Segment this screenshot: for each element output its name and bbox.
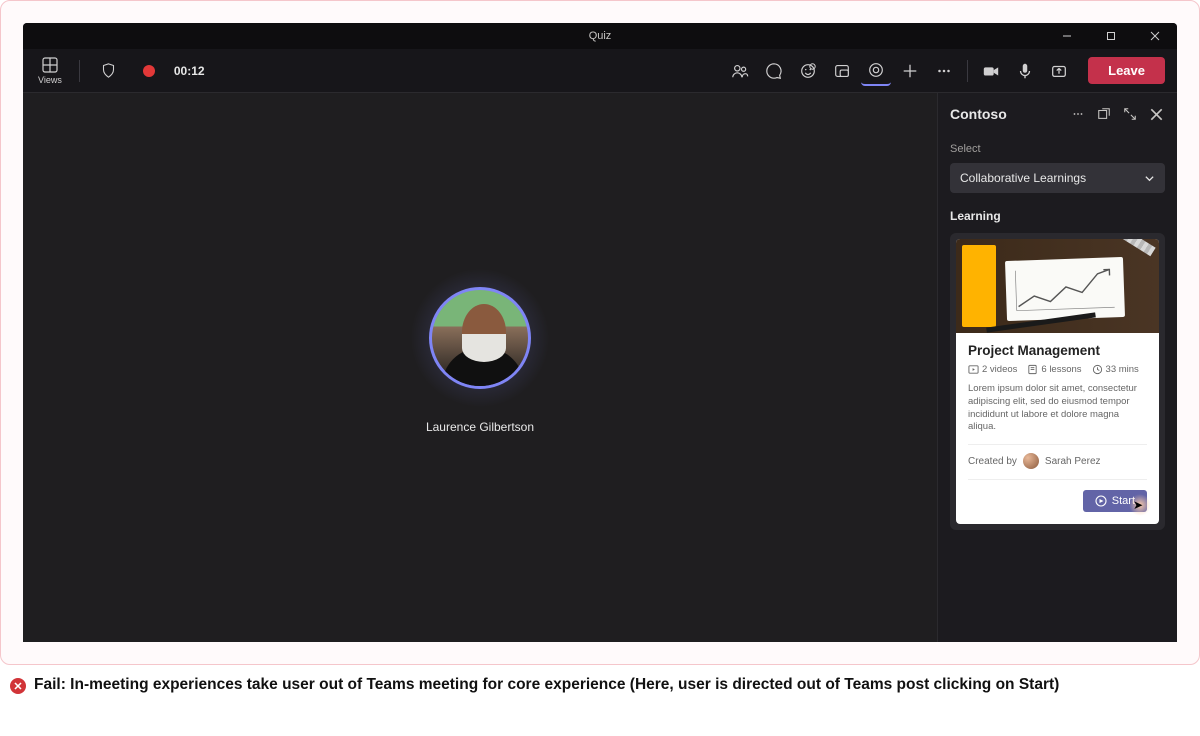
leave-button[interactable]: Leave (1088, 57, 1165, 84)
minimize-button[interactable] (1045, 23, 1089, 49)
side-panel: Contoso Select Collaborative Learnings L… (937, 93, 1177, 642)
window-title: Quiz (589, 30, 612, 42)
views-label: Views (38, 75, 62, 85)
close-button[interactable] (1133, 23, 1177, 49)
card-footer: Start ➤ (968, 479, 1147, 512)
fail-icon: ✕ (10, 678, 26, 694)
caption-row: ✕ Fail: In-meeting experiences take user… (10, 675, 1186, 696)
reactions-icon[interactable] (793, 56, 823, 86)
toolbar-right: Leave (725, 56, 1165, 86)
rooms-icon[interactable] (827, 56, 857, 86)
select-label: Select (950, 143, 1165, 155)
learning-card: Project Management 2 videos 6 lessons 33… (950, 233, 1165, 530)
people-icon[interactable] (725, 56, 755, 86)
sidepanel-title: Contoso (950, 106, 1007, 122)
category-dropdown[interactable]: Collaborative Learnings (950, 163, 1165, 193)
divider (79, 60, 80, 82)
add-icon[interactable] (895, 56, 925, 86)
divider (967, 60, 968, 82)
video-icon (968, 364, 979, 375)
dropdown-value: Collaborative Learnings (960, 171, 1086, 185)
window-controls (1045, 23, 1177, 49)
card-content: Project Management 2 videos 6 lessons 33… (956, 333, 1159, 524)
sidepanel-header: Contoso (938, 93, 1177, 135)
content-row: Laurence Gilbertson Contoso Select Colla… (23, 93, 1177, 642)
lessons-icon (1027, 364, 1038, 375)
section-title: Learning (950, 209, 1165, 223)
meeting-toolbar: Views 00:12 (23, 49, 1177, 93)
chevron-down-icon (1144, 173, 1155, 184)
speaking-halo (410, 268, 550, 408)
avatar (429, 287, 531, 389)
panel-close-icon[interactable] (1147, 101, 1165, 127)
apps-icon[interactable] (861, 56, 891, 86)
more-icon[interactable] (929, 56, 959, 86)
example-frame: Quiz Views (0, 0, 1200, 665)
start-button[interactable]: Start (1083, 490, 1147, 512)
sidepanel-body: Select Collaborative Learnings Learning (938, 135, 1177, 542)
views-button[interactable]: Views (35, 57, 65, 85)
toolbar-left: Views 00:12 (35, 56, 205, 86)
meeting-timer: 00:12 (174, 64, 205, 78)
mic-icon[interactable] (1010, 56, 1040, 86)
author-avatar (1023, 453, 1039, 469)
window-titlebar: Quiz (23, 23, 1177, 49)
caption-text: Fail: In-meeting experiences take user o… (34, 675, 1059, 696)
teams-window: Quiz Views (23, 23, 1177, 642)
record-indicator[interactable] (134, 56, 164, 86)
shield-icon[interactable] (94, 56, 124, 86)
created-by-row: Created by Sarah Perez (968, 444, 1147, 469)
meeting-stage: Laurence Gilbertson (23, 93, 937, 642)
author-name: Sarah Perez (1045, 456, 1101, 467)
card-title: Project Management (968, 343, 1147, 358)
expand-icon[interactable] (1121, 101, 1139, 127)
panel-more-icon[interactable] (1069, 101, 1087, 127)
card-image (956, 239, 1159, 333)
popout-icon[interactable] (1095, 101, 1113, 127)
participant-name: Laurence Gilbertson (410, 420, 550, 434)
created-by-label: Created by (968, 456, 1017, 467)
maximize-button[interactable] (1089, 23, 1133, 49)
leave-label: Leave (1108, 63, 1145, 78)
launch-icon (1095, 495, 1107, 507)
participant-tile: Laurence Gilbertson (410, 268, 550, 434)
card-meta: 2 videos 6 lessons 33 mins (968, 364, 1147, 375)
share-icon[interactable] (1044, 56, 1074, 86)
clock-icon (1092, 364, 1103, 375)
start-label: Start (1112, 495, 1135, 507)
chat-icon[interactable] (759, 56, 789, 86)
camera-icon[interactable] (976, 56, 1006, 86)
card-description: Lorem ipsum dolor sit amet, consectetur … (968, 383, 1147, 434)
